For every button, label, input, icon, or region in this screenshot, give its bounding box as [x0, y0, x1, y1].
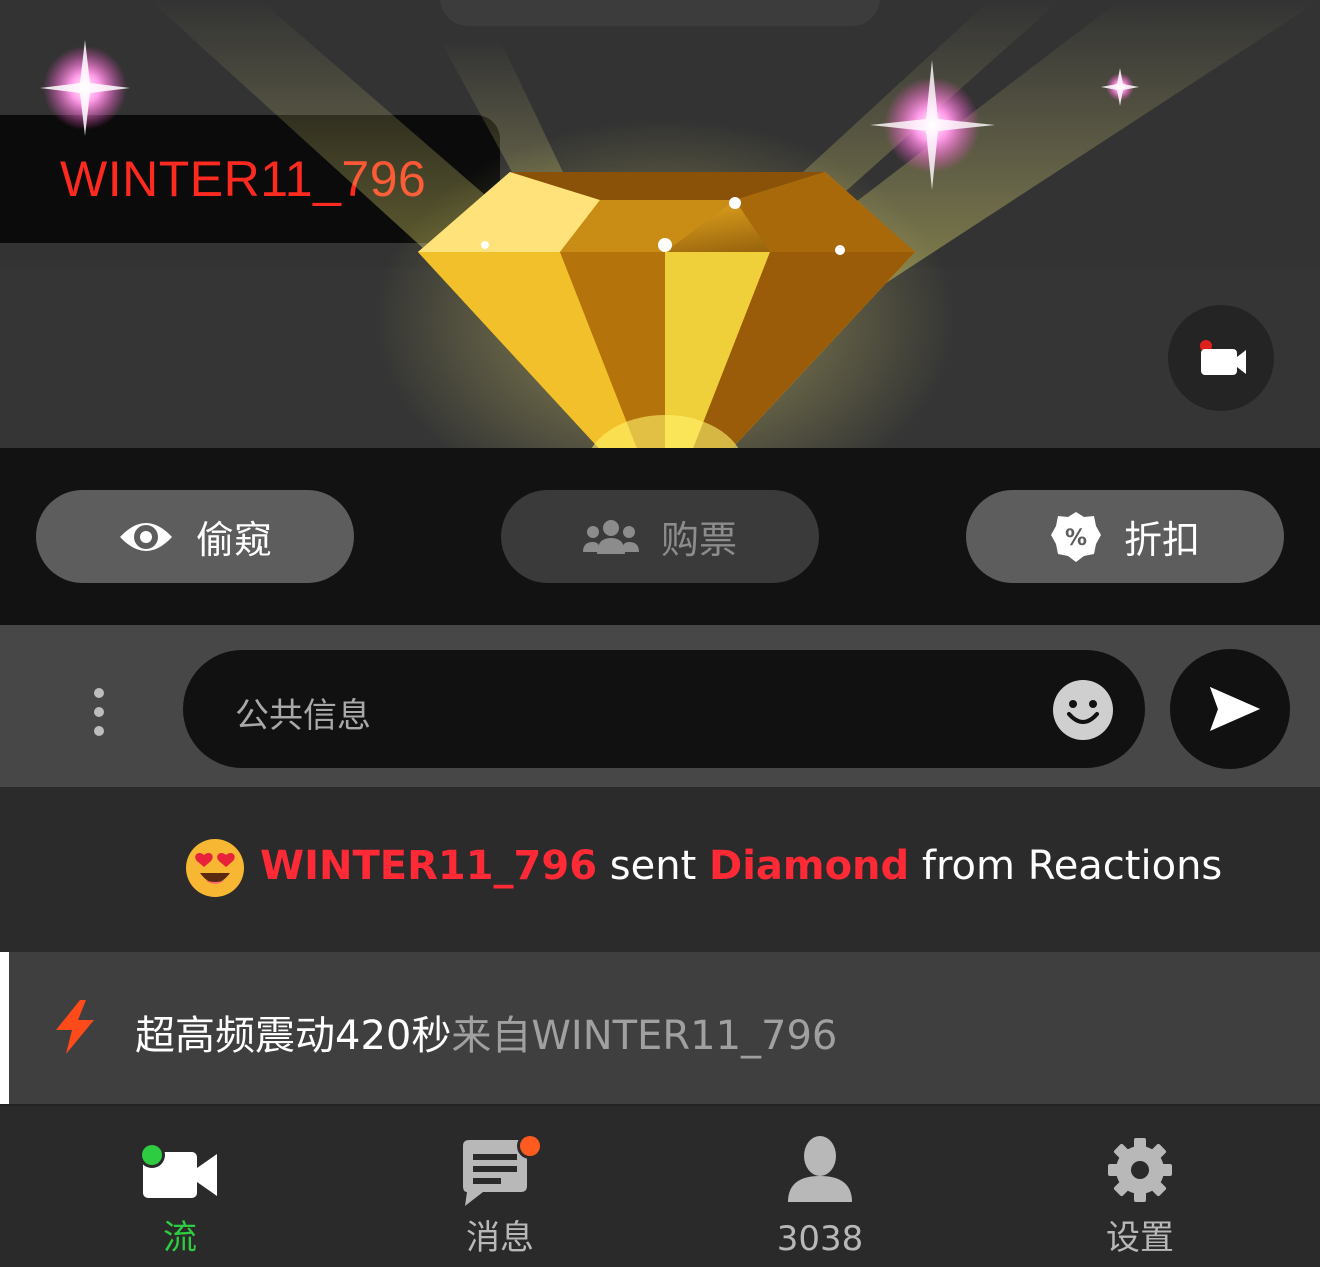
vibration-source-text: 来自WINTER11_796 — [451, 1013, 838, 1059]
heart-eyes-emoji-icon — [186, 839, 244, 897]
smiley-icon[interactable] — [1053, 680, 1113, 740]
nav-tab-stream[interactable]: 流 — [15, 1104, 345, 1265]
discount-label: 折扣 — [1123, 518, 1200, 562]
user-icon — [788, 1136, 852, 1202]
vibration-main-text: 超高频震动420秒 — [135, 1013, 452, 1059]
peek-button[interactable]: 偷窥 — [36, 490, 354, 583]
nav-tab-messages[interactable]: 消息 — [335, 1104, 665, 1265]
message-icon — [463, 1136, 541, 1206]
nav-stream-label: 流 — [163, 1218, 197, 1258]
nav-tab-settings[interactable]: 设置 — [975, 1104, 1305, 1265]
discount-button[interactable]: % 折扣 — [966, 490, 1284, 583]
send-arrow-icon — [1210, 687, 1260, 731]
gift-sent-word: sent — [609, 843, 697, 889]
group-icon — [582, 519, 639, 554]
eye-icon — [119, 522, 172, 551]
buy-ticket-button[interactable]: 购票 — [501, 490, 819, 583]
nav-settings-label: 设置 — [1106, 1218, 1174, 1258]
send-button[interactable] — [1170, 649, 1290, 769]
gift-item: Diamond — [708, 843, 910, 889]
nav-messages-label: 消息 — [466, 1218, 534, 1258]
nav-tab-profile[interactable]: 3038 — [655, 1104, 985, 1265]
more-options-icon[interactable] — [88, 685, 110, 743]
gift-sender[interactable]: WINTER11_796 — [260, 843, 597, 889]
gear-icon — [1108, 1138, 1172, 1202]
discount-badge-icon: % — [1050, 511, 1101, 562]
nav-count-label: 3038 — [776, 1219, 864, 1259]
row-accent-bar — [0, 952, 9, 1104]
video-camera-icon — [139, 1142, 217, 1198]
chat-input-placeholder: 公共信息 — [235, 696, 371, 736]
svg-text:%: % — [1065, 526, 1087, 551]
gift-source: from Reactions — [921, 843, 1223, 889]
peek-label: 偷窥 — [195, 518, 272, 562]
vibration-notification-text: 超高频震动420秒来自WINTER11_796 — [135, 1003, 837, 1061]
buy-ticket-label: 购票 — [660, 518, 737, 562]
gift-notification-text: WINTER11_796 sent Diamond from Reactions — [260, 843, 1222, 889]
lightning-bolt-icon — [56, 1000, 94, 1054]
